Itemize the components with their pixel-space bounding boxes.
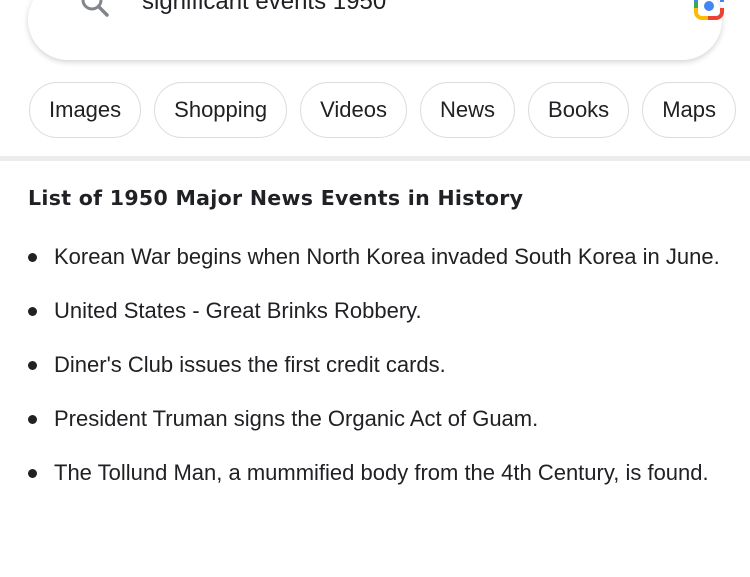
bullet-icon [28, 469, 37, 478]
list-item: Diner's Club issues the first credit car… [28, 348, 728, 382]
chip-books[interactable]: Books [528, 82, 630, 138]
google-lens-icon[interactable] [692, 0, 726, 22]
list-item: Korean War begins when North Korea invad… [28, 240, 728, 274]
bullet-icon [28, 253, 37, 262]
divider [0, 156, 750, 161]
list-item: The Tollund Man, a mummified body from t… [28, 456, 728, 490]
list-item-text: Diner's Club issues the first credit car… [54, 352, 446, 377]
search-icon[interactable] [80, 0, 110, 18]
result-title: List of 1950 Major News Events in Histor… [28, 186, 524, 210]
chip-maps[interactable]: Maps [642, 82, 736, 138]
list-item-text: The Tollund Man, a mummified body from t… [54, 460, 709, 485]
bullet-icon [28, 307, 37, 316]
list-item: United States - Great Brinks Robbery. [28, 294, 728, 328]
search-filter-chips: Images Shopping Videos News Books Maps [29, 82, 736, 138]
list-item-text: United States - Great Brinks Robbery. [54, 298, 422, 323]
chip-images[interactable]: Images [29, 82, 142, 138]
search-input[interactable]: significant events 1950 [142, 0, 386, 16]
chip-news[interactable]: News [420, 82, 516, 138]
chip-shopping[interactable]: Shopping [154, 82, 288, 138]
list-item: President Truman signs the Organic Act o… [28, 402, 728, 436]
bullet-icon [28, 415, 37, 424]
list-item-text: Korean War begins when North Korea invad… [54, 244, 720, 269]
search-bar[interactable]: significant events 1950 [28, 0, 724, 60]
chip-videos[interactable]: Videos [300, 82, 408, 138]
bullet-icon [28, 361, 37, 370]
result-list: Korean War begins when North Korea invad… [28, 240, 728, 510]
list-item-text: President Truman signs the Organic Act o… [54, 406, 539, 431]
